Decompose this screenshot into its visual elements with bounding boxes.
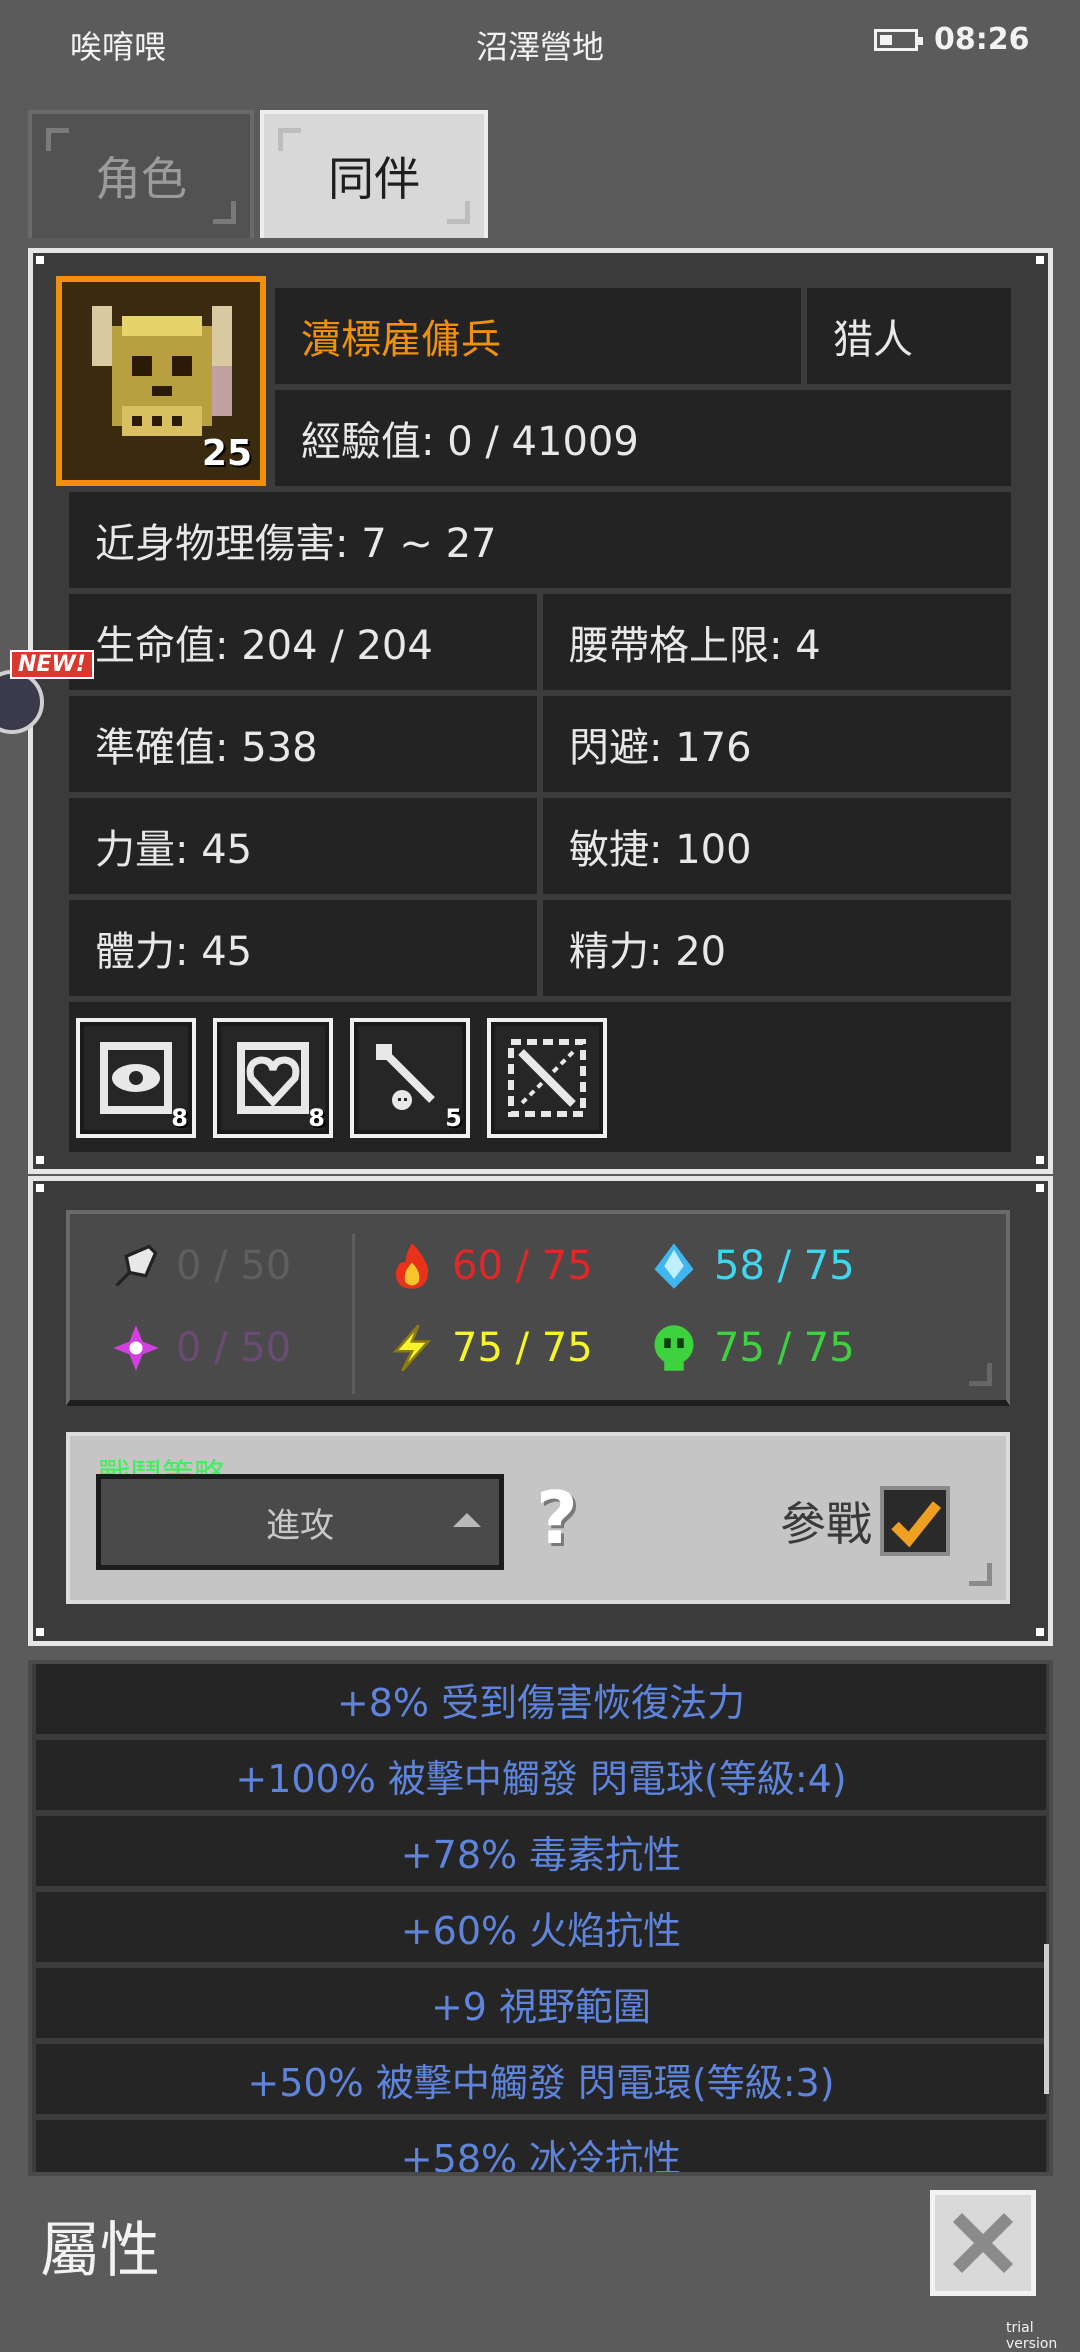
tab-companion[interactable]: 同伴 xyxy=(260,110,488,238)
join-battle-checkbox[interactable] xyxy=(880,1486,950,1556)
crossed-skill-icon xyxy=(508,1039,586,1117)
close-button[interactable] xyxy=(930,2190,1036,2296)
experience-value: 經驗值: 0 / 41009 xyxy=(272,387,1014,489)
help-icon[interactable]: ? xyxy=(536,1476,578,1560)
summon-skill-icon xyxy=(376,1044,435,1110)
heart-skill-icon xyxy=(237,1042,309,1114)
new-badge-label: NEW! xyxy=(10,650,94,679)
tab-companion-label: 同伴 xyxy=(328,152,420,206)
watermark: trial version xyxy=(1006,2320,1058,2352)
chevron-up-icon xyxy=(453,1513,481,1527)
resist-physical: 0 / 50 xyxy=(110,1240,291,1292)
stat-dodge: 閃避: 176 xyxy=(540,693,1014,795)
lightning-icon xyxy=(392,1324,432,1372)
list-item: +78% 毒素抗性 xyxy=(36,1816,1046,1892)
companion-portrait[interactable]: 25 xyxy=(56,276,266,486)
stat-vitality: 體力: 45 xyxy=(66,897,540,999)
stat-accuracy: 準確值: 538 xyxy=(66,693,540,795)
scrollbar[interactable] xyxy=(1044,1944,1049,2094)
skill-slot-summon[interactable]: 5 xyxy=(350,1018,470,1138)
ice-icon xyxy=(654,1243,694,1289)
strategy-selected-value: 進攻 xyxy=(266,1505,334,1546)
properties-list[interactable]: +8% 受到傷害恢復法力 +100% 被擊中觸發 閃電球(等級:4) +78% … xyxy=(28,1660,1053,2176)
resist-fire: 60 / 75 xyxy=(386,1240,593,1292)
resist-poison: 75 / 75 xyxy=(648,1322,855,1374)
melee-damage: 近身物理傷害: 7 ~ 27 xyxy=(66,489,1014,591)
skill-count: 8 xyxy=(171,1104,188,1132)
tab-character-label: 角色 xyxy=(95,152,187,206)
list-item: +100% 被擊中觸發 閃電球(等級:4) xyxy=(36,1740,1046,1816)
stat-energy: 精力: 20 xyxy=(540,897,1014,999)
companion-class: 猎人 xyxy=(804,285,1014,387)
check-icon xyxy=(891,1501,942,1548)
poison-icon xyxy=(654,1325,694,1371)
resist-ice: 58 / 75 xyxy=(648,1240,855,1292)
battery-icon xyxy=(874,29,923,51)
eye-skill-icon xyxy=(100,1042,172,1114)
list-item: +58% 冰冷抗性 xyxy=(36,2120,1046,2172)
companion-level: 25 xyxy=(201,433,252,474)
stat-belt-slots: 腰帶格上限: 4 xyxy=(540,591,1014,693)
list-item: +8% 受到傷害恢復法力 xyxy=(36,1664,1046,1740)
list-item: +50% 被擊中觸發 閃電環(等級:3) xyxy=(36,2044,1046,2120)
new-feature-badge[interactable]: NEW! xyxy=(0,650,94,740)
stat-strength: 力量: 45 xyxy=(66,795,540,897)
resistances-box: 0 / 50 0 / 50 60 / 75 75 / 75 58 / 75 75… xyxy=(66,1210,1010,1406)
strategy-box: 戰鬥策略 進攻 ? 參戰 xyxy=(66,1432,1010,1604)
skill-count: 8 xyxy=(308,1104,325,1132)
resist-lightning: 75 / 75 xyxy=(386,1322,593,1374)
clock: 08:26 xyxy=(934,22,1030,57)
companion-name: 瀆標雇傭兵 xyxy=(272,285,804,387)
section-title: 屬性 xyxy=(40,2216,160,2286)
skill-slot-heart[interactable]: 8 xyxy=(213,1018,333,1138)
skill-slot-crossed[interactable] xyxy=(487,1018,607,1138)
stat-life: 生命值: 204 / 204 xyxy=(66,591,540,693)
skill-count: 5 xyxy=(445,1104,462,1132)
physical-icon xyxy=(115,1244,158,1287)
strategy-select[interactable]: 進攻 xyxy=(96,1474,504,1570)
list-item: +9 視野範圍 xyxy=(36,1968,1046,2044)
arcane-icon xyxy=(113,1325,159,1371)
fire-icon xyxy=(395,1243,429,1289)
location-title: 沼澤營地 xyxy=(475,28,604,66)
stat-dexterity: 敏捷: 100 xyxy=(540,795,1014,897)
close-icon xyxy=(952,2212,1014,2274)
tab-character[interactable]: 角色 xyxy=(28,110,254,238)
join-battle-label: 參戰 xyxy=(780,1497,872,1551)
list-item: +60% 火焰抗性 xyxy=(36,1892,1046,1968)
skill-slot-eye[interactable]: 8 xyxy=(76,1018,196,1138)
resist-arcane: 0 / 50 xyxy=(110,1322,291,1374)
